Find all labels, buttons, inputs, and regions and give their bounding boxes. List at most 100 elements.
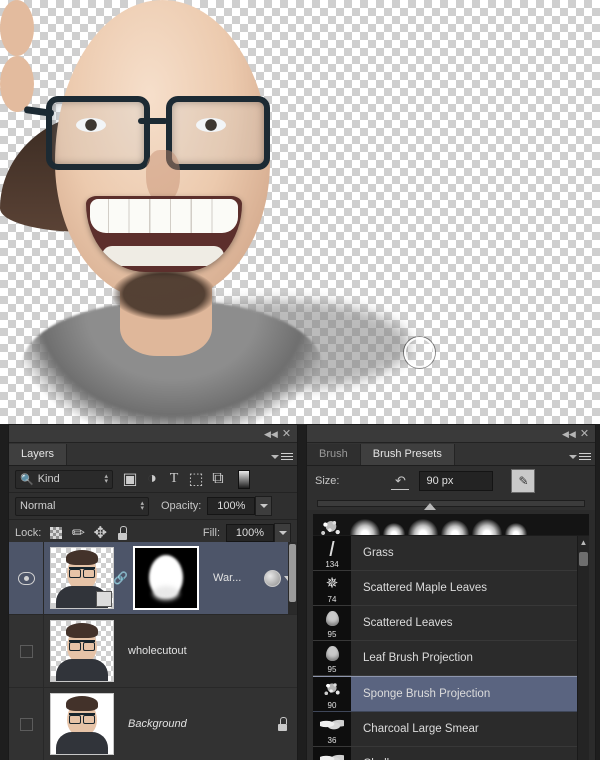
preset-name: Charcoal Large Smear bbox=[363, 723, 479, 735]
brush-preset-list[interactable]: 134 Grass ✵ 74 Scattered Maple Leaves 95… bbox=[313, 535, 589, 760]
layer-list-scrollbar[interactable] bbox=[288, 542, 297, 614]
layer-name[interactable]: wholecutout bbox=[114, 645, 297, 657]
layer-thumbnail[interactable] bbox=[50, 620, 114, 682]
smart-object-filter[interactable]: ⧉ bbox=[207, 469, 229, 489]
list-item[interactable]: 36 Charcoal Large Smear bbox=[313, 712, 589, 747]
scroll-up-icon[interactable]: ▲ bbox=[578, 536, 589, 548]
table-row[interactable]: Background bbox=[9, 688, 297, 760]
brush-size-input[interactable]: 90 px bbox=[419, 471, 494, 491]
list-item[interactable]: ✵ 74 Scattered Maple Leaves bbox=[313, 571, 589, 606]
scrollbar-thumb[interactable] bbox=[579, 552, 588, 566]
hamburger-icon bbox=[579, 451, 591, 462]
preset-name: Scattered Leaves bbox=[363, 617, 453, 629]
reset-arrow-icon[interactable]: ↶ bbox=[391, 473, 410, 490]
chalk-brush-icon bbox=[320, 752, 344, 760]
grass-brush-icon bbox=[329, 540, 335, 556]
lock-image-pixels[interactable]: ✏ bbox=[67, 523, 89, 543]
charcoal-smear-brush-icon bbox=[320, 717, 344, 731]
preset-thumbnail: 36 bbox=[313, 747, 351, 760]
list-item[interactable]: 90 Sponge Brush Projection bbox=[313, 676, 589, 712]
close-icon[interactable]: ✕ bbox=[578, 428, 591, 440]
document-canvas[interactable] bbox=[0, 0, 600, 424]
slider-track[interactable] bbox=[317, 499, 585, 510]
ear-left bbox=[0, 0, 34, 56]
brush-size-slider[interactable] bbox=[307, 496, 595, 510]
type-layer-filter[interactable]: T bbox=[163, 469, 185, 489]
leaf-brush-icon bbox=[325, 610, 339, 626]
layer-effects-icon[interactable] bbox=[264, 569, 281, 587]
brush-panel-toggle-icon[interactable]: ✎ bbox=[511, 469, 536, 493]
lower-teeth bbox=[102, 246, 224, 266]
layer-thumbnail[interactable] bbox=[50, 547, 114, 609]
preset-thumbnail: 90 bbox=[313, 677, 351, 711]
layers-panel-titlebar: ◀◀ ✕ bbox=[9, 425, 297, 443]
preset-list-scrollbar[interactable]: ▲ bbox=[577, 536, 589, 760]
lock-position[interactable]: ✥ bbox=[89, 523, 111, 543]
layer-thumbnail[interactable] bbox=[50, 693, 114, 755]
layer-name[interactable]: Background bbox=[114, 718, 276, 730]
smart-object-badge bbox=[96, 591, 112, 607]
layer-filter-row: 🔍 Kind ▴ ▾ ▣ ◑ T ⬚ ⧉ bbox=[9, 466, 297, 493]
thumbnail-body bbox=[56, 732, 108, 754]
list-item[interactable]: 95 Scattered Leaves bbox=[313, 606, 589, 641]
chin-stubble bbox=[112, 268, 216, 320]
tab-layers[interactable]: Layers bbox=[9, 444, 68, 465]
layer-visibility-toggle[interactable] bbox=[9, 542, 44, 614]
glasses-lens-right bbox=[166, 96, 270, 170]
list-item[interactable]: 134 Grass bbox=[313, 536, 589, 571]
fill-label: Fill: bbox=[202, 527, 220, 539]
preset-name: Grass bbox=[363, 547, 394, 559]
table-row[interactable]: 🔗 War... bbox=[9, 542, 297, 615]
layer-visibility-toggle[interactable] bbox=[9, 615, 44, 687]
opacity-stepper[interactable] bbox=[255, 496, 273, 516]
adjustment-layer-filter[interactable]: ◑ bbox=[141, 469, 163, 489]
eye-icon bbox=[17, 571, 35, 585]
layer-list[interactable]: 🔗 War... wholecutout Background bbox=[9, 542, 297, 760]
layer-kind-value: Kind bbox=[37, 473, 60, 485]
opacity-input[interactable]: 100% bbox=[207, 497, 256, 515]
chevron-down-icon bbox=[569, 454, 577, 459]
preset-thumbnail: 134 bbox=[313, 536, 351, 570]
slider-thumb[interactable] bbox=[423, 502, 436, 510]
list-item[interactable]: 95 Leaf Brush Projection bbox=[313, 641, 589, 676]
layers-tabbar: Layers bbox=[9, 443, 297, 466]
thumbnail-body bbox=[56, 659, 108, 681]
eye-off-icon bbox=[19, 644, 33, 658]
filter-enable-toggle[interactable] bbox=[233, 469, 255, 489]
brush-tabbar: Brush Brush Presets bbox=[307, 443, 595, 466]
layer-visibility-toggle[interactable] bbox=[9, 688, 44, 760]
fill-stepper[interactable] bbox=[274, 523, 291, 543]
pixel-layer-filter[interactable]: ▣ bbox=[119, 469, 141, 489]
layer-mask-thumbnail[interactable] bbox=[133, 546, 199, 610]
collapse-icon[interactable]: ◀◀ bbox=[264, 428, 278, 440]
scrollbar-thumb[interactable] bbox=[289, 544, 296, 602]
fill-input[interactable]: 100% bbox=[226, 524, 274, 542]
blend-mode-row: Normal ▴ ▾ Opacity: 100% bbox=[9, 493, 297, 520]
ear-right bbox=[0, 56, 34, 112]
close-icon[interactable]: ✕ bbox=[280, 428, 293, 440]
tab-brush[interactable]: Brush bbox=[307, 444, 361, 465]
shape-layer-filter[interactable]: ⬚ bbox=[185, 469, 207, 489]
brush-size-row: Size: ↶ 90 px ✎ bbox=[307, 466, 595, 496]
magnifier-icon: 🔍 bbox=[20, 473, 34, 486]
preset-size: 74 bbox=[327, 595, 337, 604]
lock-label: Lock: bbox=[15, 527, 42, 539]
opacity-label: Opacity: bbox=[161, 500, 202, 512]
collapse-icon[interactable]: ◀◀ bbox=[562, 428, 576, 440]
brush-panel: ◀◀ ✕ Brush Brush Presets Size: ↶ 90 px ✎ bbox=[306, 424, 596, 760]
panel-menu-icon[interactable] bbox=[569, 451, 591, 462]
preset-size: 36 bbox=[327, 736, 337, 745]
tab-brush-presets[interactable]: Brush Presets bbox=[360, 444, 455, 465]
lock-all[interactable] bbox=[111, 523, 133, 543]
panel-menu-icon[interactable] bbox=[271, 451, 293, 462]
layer-name[interactable]: War... bbox=[199, 572, 264, 584]
lock-transparent-pixels[interactable] bbox=[45, 523, 67, 543]
blend-mode-select[interactable]: Normal ▴ ▾ bbox=[15, 496, 149, 516]
preset-thumbnail: 36 bbox=[313, 712, 351, 746]
table-row[interactable]: wholecutout bbox=[9, 615, 297, 688]
layer-kind-select[interactable]: 🔍 Kind ▴ ▾ bbox=[15, 469, 113, 489]
maple-leaf-brush-icon: ✵ bbox=[325, 574, 339, 592]
list-item[interactable]: 36 Chalk bbox=[313, 747, 589, 760]
mask-link-icon[interactable]: 🔗 bbox=[113, 571, 128, 585]
leaf-brush-icon bbox=[325, 645, 339, 661]
